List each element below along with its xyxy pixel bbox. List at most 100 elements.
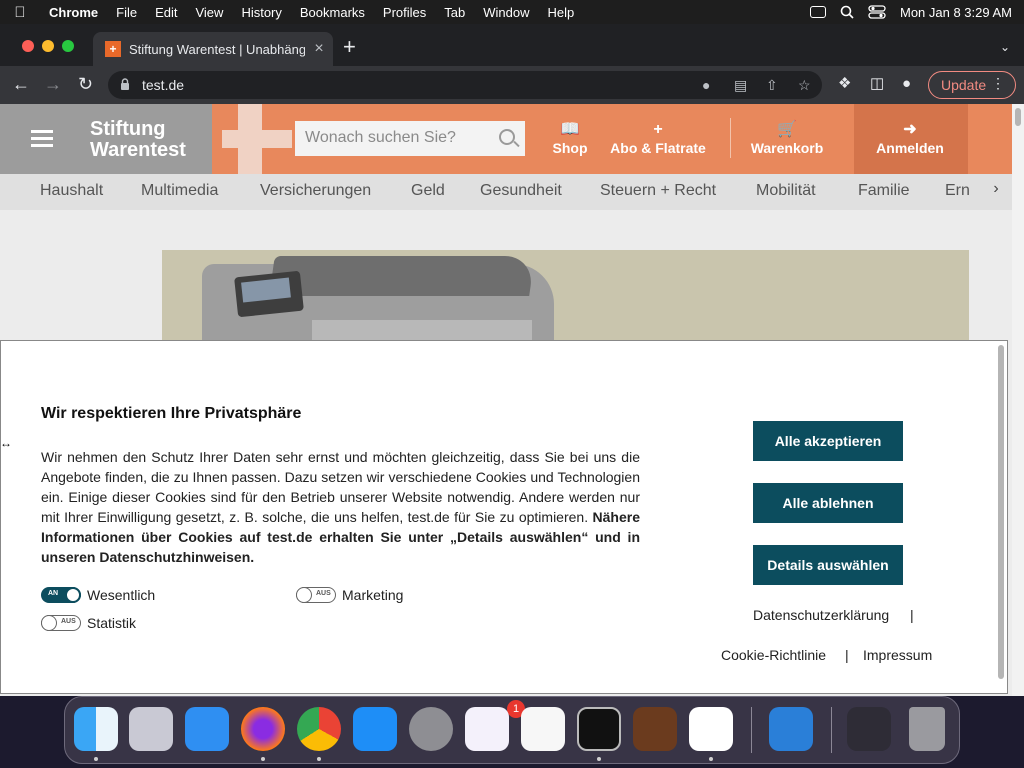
weather-icon[interactable] (769, 707, 813, 751)
details-button[interactable]: Details auswählen (753, 545, 903, 585)
firefox-icon[interactable] (241, 707, 285, 751)
menu-file[interactable]: File (107, 5, 146, 20)
menu-history[interactable]: History (232, 5, 290, 20)
anmelden-link[interactable]: ➜ Anmelden (870, 120, 950, 156)
category-ernaehrung[interactable]: Ern (945, 182, 970, 200)
cookie-dialog-scrollbar[interactable] (996, 345, 1006, 685)
safari-icon[interactable] (185, 707, 229, 751)
category-familie[interactable]: Familie (858, 182, 910, 200)
garageband-icon[interactable] (633, 707, 677, 751)
category-versicherungen[interactable]: Versicherungen (260, 182, 371, 200)
category-steuern-recht[interactable]: Steuern + Recht (600, 182, 716, 200)
chrome-icon[interactable] (297, 707, 341, 751)
cookie-policy-link[interactable]: Cookie-Richtlinie (721, 647, 826, 663)
app-store-icon[interactable] (353, 707, 397, 751)
vscode-icon[interactable] (689, 707, 733, 751)
page-scrollbar[interactable] (1012, 104, 1024, 696)
menu-window[interactable]: Window (474, 5, 538, 20)
tab-search-chevron-icon[interactable]: ⌄ (1000, 40, 1010, 54)
toggle-knob (296, 587, 312, 603)
address-bar[interactable]: test.de ● ▤ ⇧ ☆ (108, 71, 822, 99)
terminal-icon[interactable] (577, 707, 621, 751)
chrome-menu-icon[interactable]: ⋮ (991, 75, 1005, 92)
scrollbar-thumb[interactable] (998, 345, 1004, 679)
logo-cross-bar (222, 130, 292, 148)
menu-chrome[interactable]: Chrome (40, 5, 107, 20)
close-window-button[interactable] (22, 40, 34, 52)
imprint-link[interactable]: Impressum (863, 647, 932, 663)
category-geld[interactable]: Geld (411, 182, 445, 200)
control-center-icon[interactable] (868, 5, 886, 19)
category-haushalt[interactable]: Haushalt (40, 182, 103, 200)
category-gesundheit[interactable]: Gesundheit (480, 182, 562, 200)
google-lens-icon[interactable]: ● (702, 77, 710, 93)
brand-line-1: Stiftung (90, 118, 166, 140)
printer-top-graphic (269, 256, 535, 296)
screenshot-thumbnail-icon[interactable] (847, 707, 891, 751)
menu-profiles[interactable]: Profiles (374, 5, 435, 20)
category-multimedia[interactable]: Multimedia (141, 182, 218, 200)
profile-icon[interactable]: ● (902, 74, 911, 94)
shop-link[interactable]: 📖 Shop (548, 120, 592, 156)
new-tab-button[interactable]: + (343, 36, 356, 58)
statistik-toggle-state: AUS (61, 618, 76, 625)
minimize-window-button[interactable] (42, 40, 54, 52)
url-text[interactable]: test.de (142, 77, 184, 93)
search-icon[interactable] (499, 129, 515, 145)
dock-separator (831, 707, 832, 753)
menu-help[interactable]: Help (539, 5, 584, 20)
warenkorb-link[interactable]: 🛒 Warenkorb (746, 120, 828, 156)
abo-flatrate-link[interactable]: + Abo & Flatrate (604, 120, 712, 156)
accept-all-button[interactable]: Alle akzeptieren (753, 421, 903, 461)
screen-mirroring-icon[interactable] (809, 6, 826, 18)
plus-icon: + (653, 121, 663, 138)
link-separator: | (910, 607, 914, 623)
marketing-toggle[interactable]: AUS (296, 587, 336, 603)
wesentlich-label: Wesentlich (87, 587, 156, 603)
launchpad-icon[interactable] (129, 707, 173, 751)
menu-tab[interactable]: Tab (435, 5, 474, 20)
tab-close-icon[interactable]: × (305, 40, 333, 58)
trash-icon[interactable] (909, 707, 945, 751)
side-panel-icon[interactable]: ◫ (870, 74, 884, 94)
browser-tab-active[interactable]: + Stiftung Warentest | Unabhäng × (93, 32, 333, 66)
menubar-clock[interactable]: Mon Jan 8 3:29 AM (900, 5, 1012, 20)
share-icon[interactable]: ⇧ (766, 77, 778, 94)
back-arrow-icon[interactable]: ← (12, 74, 30, 94)
reload-icon[interactable]: ↻ (78, 74, 93, 94)
cookie-title: Wir respektieren Ihre Privatsphäre (41, 405, 302, 422)
menu-bookmarks[interactable]: Bookmarks (291, 5, 374, 20)
bookmark-star-icon[interactable]: ☆ (798, 77, 811, 94)
login-arrow-icon: ➜ (903, 121, 917, 138)
cookie-consent-dialog: Wir respektieren Ihre Privatsphäre Wir n… (0, 340, 1008, 694)
dock-separator (751, 707, 752, 753)
system-preferences-icon[interactable] (409, 707, 453, 751)
apple-menu-icon[interactable]:  (0, 4, 40, 21)
statistik-toggle[interactable]: AUS (41, 615, 81, 631)
hamburger-menu-icon[interactable] (0, 104, 84, 174)
category-mobilitaet[interactable]: Mobilität (756, 182, 816, 200)
privacy-policy-link[interactable]: Datenschutzerklärung (753, 607, 889, 623)
site-search-input[interactable]: Wonach suchen Sie? (295, 121, 525, 156)
zoom-window-button[interactable] (62, 40, 74, 52)
spotlight-search-icon[interactable] (840, 5, 854, 19)
chevron-right-icon[interactable]: › (980, 180, 1012, 204)
marketing-toggle-state: AUS (316, 590, 331, 597)
update-button[interactable]: Update ⋮ (928, 71, 1016, 99)
site-logo[interactable]: Stiftung Warentest (84, 104, 212, 174)
reject-all-button[interactable]: Alle ablehnen (753, 483, 903, 523)
forward-arrow-icon[interactable]: → (44, 74, 62, 94)
visual-studio-icon[interactable] (465, 707, 509, 751)
menu-edit[interactable]: Edit (146, 5, 186, 20)
marketing-label: Marketing (342, 587, 404, 603)
menu-view[interactable]: View (186, 5, 232, 20)
macos-menubar:  Chrome File Edit View History Bookmark… (0, 0, 1024, 24)
finder-icon[interactable] (74, 707, 118, 751)
scrollbar-thumb[interactable] (1015, 108, 1021, 126)
textedit-icon[interactable] (521, 707, 565, 751)
lock-icon[interactable] (120, 78, 130, 90)
statistik-label: Statistik (87, 615, 137, 631)
wesentlich-toggle[interactable]: AN (41, 587, 81, 603)
extensions-puzzle-icon[interactable]: ❖ (838, 74, 851, 94)
translate-icon[interactable]: ▤ (734, 77, 747, 94)
